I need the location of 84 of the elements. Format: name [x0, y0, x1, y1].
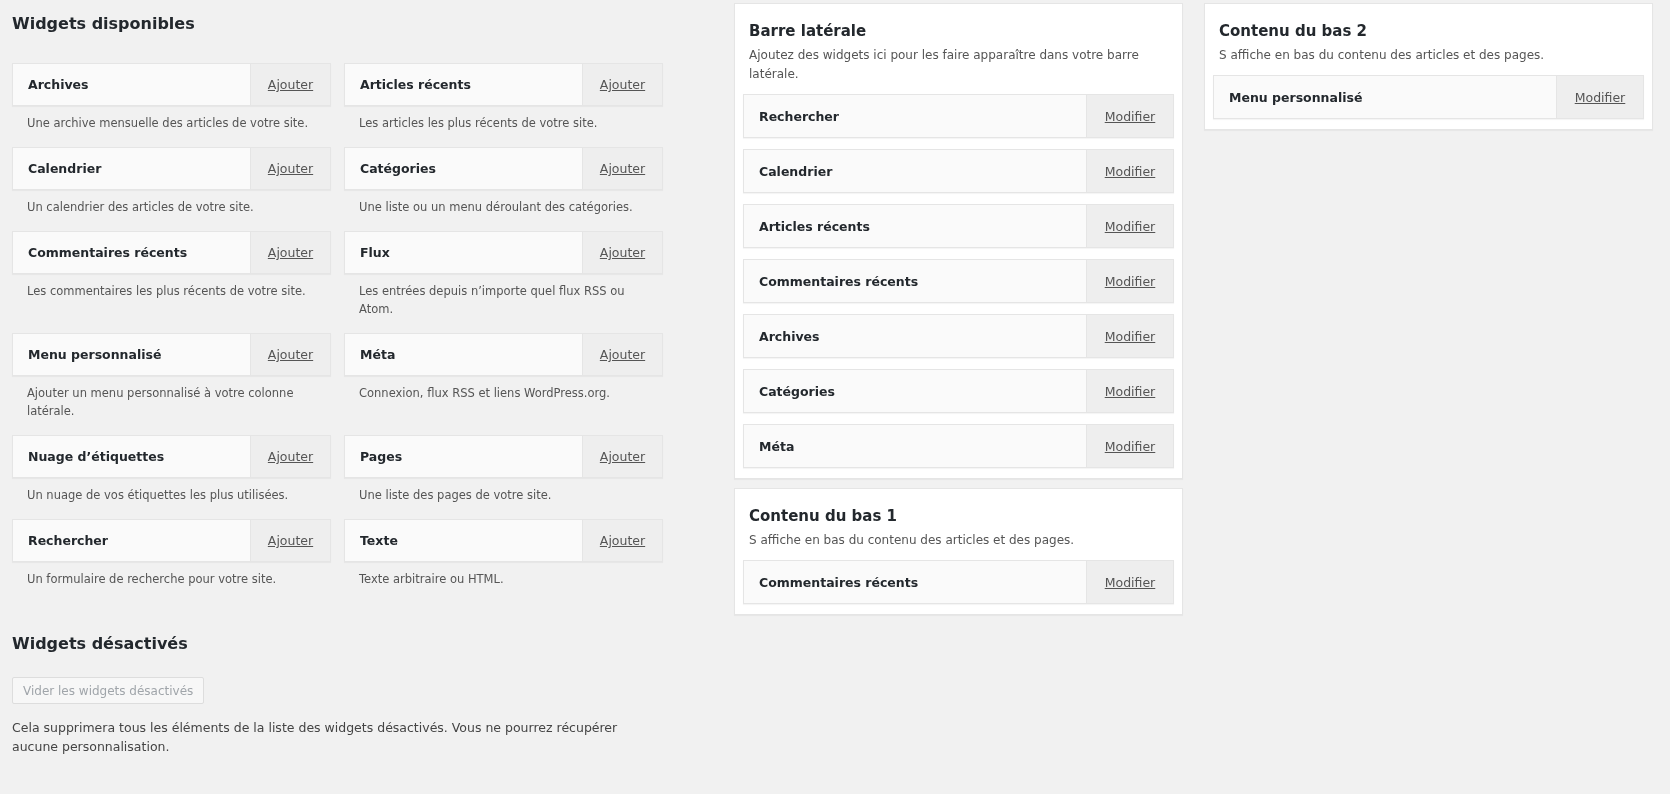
widget-title: Méta — [359, 347, 397, 362]
widget-bar[interactable]: Catégories Modifier — [743, 369, 1174, 413]
widget-description: Texte arbitraire ou HTML. — [358, 571, 505, 588]
widget-bar[interactable]: Méta Ajouter — [344, 333, 663, 376]
widget-title: Archives — [758, 328, 821, 344]
widget-title: Archives — [27, 77, 90, 92]
widget-bar[interactable]: Calendrier Modifier — [743, 149, 1174, 193]
widget-bar[interactable]: Menu personnalisé Ajouter — [12, 333, 331, 376]
widget-description: Les entrées depuis n’importe quel flux RSS ou Atom. — [358, 283, 626, 318]
area-description: Ajoutez des widgets ici pour les faire apparaître dans votre barre latérale. — [749, 47, 1140, 83]
widget-title: Articles récents — [758, 218, 871, 234]
area-title: Contenu du bas 1 — [749, 506, 898, 527]
widget-title: Texte — [359, 533, 399, 548]
widget-action-link[interactable]: Modifier — [1086, 95, 1173, 137]
widget-bar[interactable]: Rechercher Ajouter — [12, 519, 331, 562]
widget-description: Un nuage de vos étiquettes les plus utilisées. — [26, 487, 290, 504]
widget-title: Calendrier — [27, 161, 103, 176]
widget-bar[interactable]: Texte Ajouter — [344, 519, 663, 562]
widget-bar[interactable]: Catégories Ajouter — [344, 147, 663, 190]
widget-title: Pages — [359, 449, 404, 464]
widget-action-link[interactable]: Ajouter — [582, 148, 662, 189]
section-heading: Widgets désactivés — [12, 633, 189, 655]
widget-bar[interactable]: Pages Ajouter — [344, 435, 663, 478]
widget-bar[interactable]: Commentaires récents Ajouter — [12, 231, 331, 274]
widget-bar[interactable]: Méta Modifier — [743, 424, 1174, 468]
widget-bar[interactable]: Articles récents Ajouter — [344, 63, 663, 106]
widget-action-link[interactable]: Modifier — [1086, 315, 1173, 357]
widget-description: Connexion, flux RSS et liens WordPress.org. — [358, 385, 612, 402]
widget-title: Flux — [359, 245, 391, 260]
widget-action-link[interactable]: Modifier — [1556, 76, 1643, 118]
widget-title: Catégories — [359, 161, 437, 176]
widget-bar[interactable]: Menu personnalisé Modifier — [1213, 75, 1644, 119]
widget-title: Nuage d’étiquettes — [27, 449, 166, 464]
widget-title: Commentaires récents — [758, 273, 920, 289]
widget-bar[interactable]: Articles récents Modifier — [743, 204, 1174, 248]
widget-action-link[interactable]: Ajouter — [582, 232, 662, 273]
widget-description: Une liste ou un menu déroulant des catégories. — [358, 199, 634, 216]
widget-title: Méta — [758, 438, 796, 454]
widget-action-link[interactable]: Modifier — [1086, 561, 1173, 603]
widget-action-link[interactable]: Modifier — [1086, 205, 1173, 247]
widget-title: Rechercher — [758, 108, 840, 124]
inactive-note: Cela supprimera tous les éléments de la liste des widgets désactivés. Vous ne pourrez récupérer aucune personnalisation. — [12, 719, 619, 756]
widget-bar[interactable]: Rechercher Modifier — [743, 94, 1174, 138]
area-description: S affiche en bas du contenu des articles et des pages. — [749, 532, 1076, 549]
widget-description: Un calendrier des articles de votre site. — [26, 199, 255, 216]
widget-action-link[interactable]: Ajouter — [582, 334, 662, 375]
widget-description: Ajouter un menu personnalisé à votre colonne latérale. — [26, 385, 295, 420]
widget-action-link[interactable]: Ajouter — [250, 232, 330, 273]
widget-action-link[interactable]: Ajouter — [582, 520, 662, 561]
widget-action-link[interactable]: Ajouter — [250, 436, 330, 477]
widget-action-link[interactable]: Ajouter — [250, 334, 330, 375]
widget-bar[interactable]: Commentaires récents Modifier — [743, 560, 1174, 604]
widget-description: Une archive mensuelle des articles de votre site. — [26, 115, 310, 132]
widget-title: Menu personnalisé — [27, 347, 163, 362]
widget-title: Calendrier — [758, 163, 834, 179]
widget-title: Commentaires récents — [27, 245, 189, 260]
widget-title: Rechercher — [27, 533, 109, 548]
widget-description: Un formulaire de recherche pour votre site. — [26, 571, 278, 588]
area-title: Barre latérale — [749, 21, 868, 42]
widget-title: Catégories — [758, 383, 836, 399]
widget-bar[interactable]: Flux Ajouter — [344, 231, 663, 274]
widget-action-link[interactable]: Ajouter — [582, 64, 662, 105]
widget-action-link[interactable]: Ajouter — [582, 436, 662, 477]
widget-bar[interactable]: Archives Modifier — [743, 314, 1174, 358]
widget-action-link[interactable]: Ajouter — [250, 64, 330, 105]
widget-title: Articles récents — [359, 77, 472, 92]
widget-action-link[interactable]: Modifier — [1086, 425, 1173, 467]
widget-action-link[interactable]: Modifier — [1086, 150, 1173, 192]
widget-action-link[interactable]: Ajouter — [250, 148, 330, 189]
widget-bar[interactable]: Calendrier Ajouter — [12, 147, 331, 190]
area-description: S affiche en bas du contenu des articles et des pages. — [1219, 47, 1546, 64]
section-heading: Widgets disponibles — [12, 13, 196, 35]
widget-bar[interactable]: Archives Ajouter — [12, 63, 331, 106]
area-title: Contenu du bas 2 — [1219, 21, 1368, 42]
widget-action-link[interactable]: Modifier — [1086, 260, 1173, 302]
widget-bar[interactable]: Nuage d’étiquettes Ajouter — [12, 435, 331, 478]
widget-bar[interactable]: Commentaires récents Modifier — [743, 259, 1174, 303]
widget-title: Commentaires récents — [758, 574, 920, 590]
widget-description: Une liste des pages de votre site. — [358, 487, 553, 504]
widget-action-link[interactable]: Ajouter — [250, 520, 330, 561]
widget-description: Les commentaires les plus récents de votre site. — [26, 283, 307, 300]
widget-description: Les articles les plus récents de votre site. — [358, 115, 599, 132]
widget-title: Menu personnalisé — [1228, 89, 1364, 105]
widget-action-link[interactable]: Modifier — [1086, 370, 1173, 412]
